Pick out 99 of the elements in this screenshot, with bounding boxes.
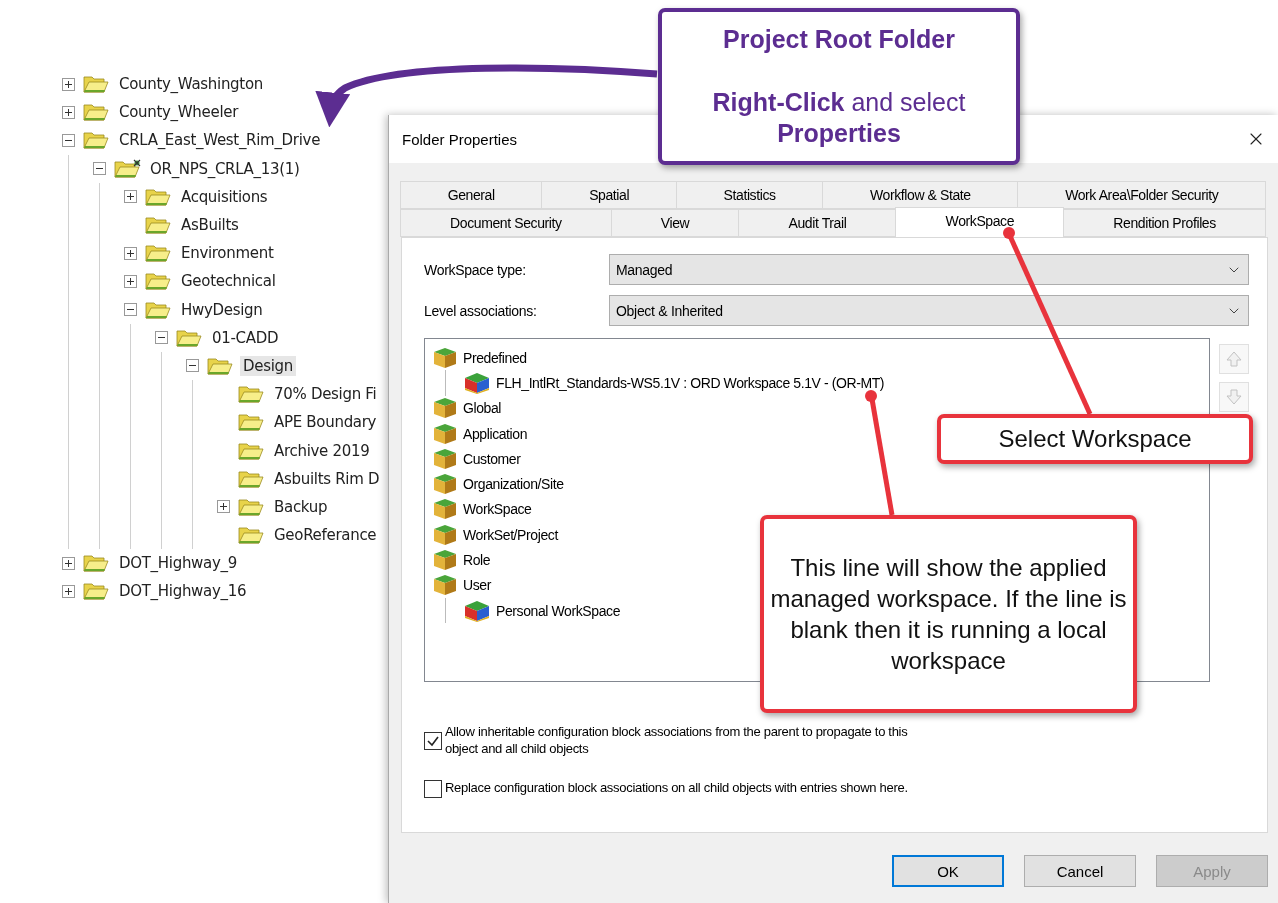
field-label: WorkSpace type: — [424, 261, 527, 278]
folder-name[interactable]: 01-CADD — [209, 327, 282, 348]
callout-text: Project Root Folder Right-Click and select Properties — [712, 24, 966, 149]
tab[interactable]: Statistics — [675, 181, 824, 209]
configuration-entry[interactable]: WorkSpace — [463, 501, 532, 518]
expand-icon[interactable] — [62, 584, 75, 598]
folder-icon — [237, 384, 265, 405]
collapse-icon[interactable] — [62, 133, 75, 147]
folder-name[interactable]: DOT_Highway_16 — [116, 581, 250, 602]
box-icon — [433, 397, 457, 420]
folder-icon — [144, 243, 172, 264]
dropdown[interactable]: Managed — [609, 254, 1249, 285]
tab[interactable]: View — [610, 209, 740, 237]
configuration-entry[interactable]: WorkSet/Project — [463, 526, 558, 543]
expand-icon[interactable] — [124, 274, 137, 288]
folder-name[interactable]: County_Washington — [116, 74, 266, 95]
expand-icon[interactable] — [62, 77, 75, 91]
configuration-entry[interactable]: Personal WorkSpace — [496, 602, 621, 619]
folder-name[interactable]: Acquisitions — [178, 186, 271, 207]
folder-icon — [82, 102, 110, 123]
folder-icon — [144, 215, 172, 236]
folder-icon — [144, 271, 172, 292]
folder-name[interactable]: AsBuilts — [178, 215, 242, 236]
tab[interactable]: WorkSpace — [895, 207, 1065, 237]
configuration-entry[interactable]: Predefined — [463, 349, 527, 366]
expand-icon[interactable] — [217, 500, 230, 514]
tab[interactable]: Rendition Profiles — [1063, 209, 1266, 237]
checkbox[interactable] — [424, 779, 442, 798]
folder-name[interactable]: GeoReferance — [271, 525, 380, 546]
checkbox-label: Allow inheritable configuration block associations from the parent to propagate to this object and all child objects — [445, 724, 909, 758]
box-icon — [433, 549, 457, 571]
folder-icon — [237, 525, 265, 546]
arrow-down-icon — [1224, 387, 1244, 407]
box-icon — [433, 346, 457, 369]
dialog-button[interactable]: Cancel — [1024, 855, 1136, 887]
expand-icon[interactable] — [124, 246, 137, 260]
dialog-button[interactable]: OK — [892, 855, 1004, 887]
field-label: Level associations: — [424, 302, 538, 319]
folder-icon — [82, 553, 110, 574]
collapse-icon[interactable] — [124, 303, 137, 317]
folder-name[interactable]: Design — [240, 355, 296, 376]
folder-name[interactable]: Environment — [178, 243, 277, 264]
configuration-entry[interactable]: Global — [463, 400, 502, 417]
folder-icon — [237, 440, 265, 461]
configuration-entry[interactable]: FLH_IntlRt_Standards-WS5.1V : ORD Workspace 5.1V - (OR-MT) — [496, 374, 885, 391]
expand-icon[interactable] — [62, 556, 75, 570]
expand-icon[interactable] — [124, 190, 137, 204]
folder-icon — [144, 299, 172, 320]
callout-text: This line will show the applied managed workspace. If the line is blank then it is running a local workspace — [769, 552, 1128, 677]
collapse-icon[interactable] — [155, 331, 168, 345]
folder-icon — [175, 327, 203, 348]
tab[interactable]: Workflow & State — [822, 181, 1019, 209]
folder-icon — [82, 74, 110, 95]
folder-name[interactable]: Archive 2019 — [271, 440, 373, 461]
cube-icon — [464, 371, 490, 394]
folder-name[interactable]: Backup — [271, 496, 331, 517]
configuration-entry[interactable]: User — [463, 577, 491, 594]
expand-icon[interactable] — [62, 105, 75, 119]
configuration-entry[interactable]: Role — [463, 552, 491, 568]
box-icon — [433, 498, 457, 521]
collapse-icon[interactable] — [186, 359, 199, 373]
folder-name[interactable]: HwyDesign — [178, 299, 266, 320]
folder-name[interactable]: APE Boundary — [271, 412, 380, 433]
folder-icon — [82, 581, 110, 602]
configuration-entry[interactable]: Customer — [463, 450, 521, 467]
callout-text: Select Workspace — [998, 424, 1192, 455]
box-icon — [433, 447, 457, 470]
dropdown[interactable]: Object & Inherited — [609, 295, 1249, 326]
folder-name[interactable]: Geotechnical — [178, 271, 279, 292]
folder-icon — [144, 186, 172, 207]
folder-icon — [237, 468, 265, 489]
box-icon — [433, 473, 457, 496]
box-icon — [433, 574, 457, 597]
tab[interactable]: Audit Trail — [738, 209, 897, 237]
checkbox-label: Replace configuration block associations on all child objects with entries shown here. — [445, 780, 908, 798]
collapse-icon[interactable] — [93, 162, 106, 176]
folder-name[interactable]: 70% Design Fi — [271, 384, 380, 405]
folder-name[interactable]: OR_NPS_CRLA_13(1) — [147, 158, 303, 179]
folder-icon — [237, 412, 265, 433]
project-folder-icon — [113, 158, 141, 179]
folder-icon — [237, 496, 265, 517]
tab[interactable]: Work Area\Folder Security — [1017, 181, 1266, 209]
folder-name[interactable]: County_Wheeler — [116, 102, 242, 123]
folder-name[interactable]: DOT_Highway_9 — [116, 553, 240, 574]
tab[interactable]: Spatial — [541, 181, 677, 209]
arrow-up-icon — [1224, 349, 1244, 369]
checkbox[interactable] — [424, 731, 442, 750]
folder-icon — [82, 130, 110, 151]
configuration-entry[interactable]: Organization/Site — [463, 476, 564, 493]
dialog-title: Folder Properties — [402, 130, 518, 148]
folder-name[interactable]: CRLA_East_West_Rim_Drive — [116, 130, 324, 151]
tab[interactable]: General — [400, 181, 543, 209]
tab[interactable]: Document Security — [400, 209, 612, 237]
folder-name[interactable]: Asbuilts Rim D — [271, 468, 383, 489]
box-icon — [433, 523, 457, 546]
configuration-entry[interactable]: Application — [463, 425, 528, 442]
folder-icon — [206, 355, 234, 376]
cube-icon — [464, 599, 490, 622]
box-icon — [433, 422, 457, 445]
